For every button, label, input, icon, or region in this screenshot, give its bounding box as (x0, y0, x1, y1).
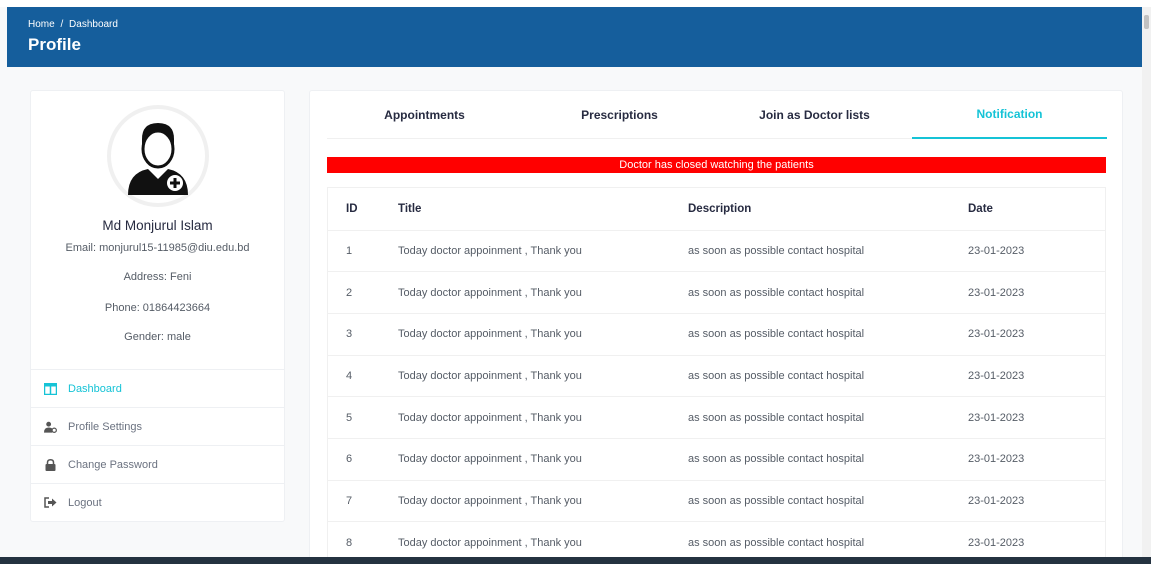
cell-title: Today doctor appoinment , Thank you (398, 312, 688, 356)
cell-title: Today doctor appoinment , Thank you (398, 396, 688, 439)
sidebar-item-profile-settings[interactable]: Profile Settings (31, 407, 284, 445)
breadcrumb-home[interactable]: Home (28, 19, 55, 30)
cell-id: 7 (328, 479, 398, 522)
cell-description: as soon as possible contact hospital (688, 437, 968, 481)
sidebar-item-logout[interactable]: Logout (31, 483, 284, 521)
tab-join-as-doctor-lists[interactable]: Join as Doctor lists (717, 91, 912, 139)
breadcrumb: Home / Dashboard (28, 19, 121, 30)
sidebar-item-change-password[interactable]: Change Password (31, 445, 284, 483)
logout-icon (44, 496, 57, 509)
table-row: 4 Today doctor appoinment , Thank you as… (328, 354, 1105, 397)
cell-id: 5 (328, 396, 398, 439)
tab-notification[interactable]: Notification (912, 91, 1107, 139)
cell-date: 23-01-2023 (968, 354, 1105, 397)
avatar (107, 105, 209, 207)
notification-table-card: ID Title Description Date 1 Today doctor… (327, 187, 1106, 564)
cell-description: as soon as possible contact hospital (688, 229, 968, 272)
user-settings-icon (44, 420, 57, 433)
table-row: 1 Today doctor appoinment , Thank you as… (328, 229, 1105, 272)
cell-description: as soon as possible contact hospital (688, 312, 968, 356)
cell-id: 4 (328, 354, 398, 397)
cell-date: 23-01-2023 (968, 312, 1105, 356)
cell-description: as soon as possible contact hospital (688, 479, 968, 522)
breadcrumb-dashboard: Dashboard (69, 19, 118, 30)
column-header-title: Title (398, 202, 422, 215)
profile-phone: Phone: 01864423664 (104, 302, 211, 314)
cell-id: 1 (328, 229, 398, 272)
cell-title: Today doctor appoinment , Thank you (398, 229, 688, 272)
cell-description: as soon as possible contact hospital (688, 354, 968, 397)
sidebar-item-label: Logout (68, 496, 102, 509)
alert-banner: Doctor has closed watching the patients (327, 157, 1106, 173)
cell-date: 23-01-2023 (968, 479, 1105, 522)
lock-icon (44, 458, 57, 471)
table-row: 6 Today doctor appoinment , Thank you as… (328, 437, 1105, 481)
sidebar-item-label: Dashboard (68, 382, 122, 395)
main-panel: Appointments Prescriptions Join as Docto… (309, 90, 1123, 564)
cell-date: 23-01-2023 (968, 437, 1105, 481)
cell-date: 23-01-2023 (968, 229, 1105, 272)
top-strip (0, 0, 1151, 7)
vertical-scrollbar[interactable] (1142, 7, 1151, 557)
avatar-frame (111, 109, 205, 203)
scrollbar-thumb[interactable] (1144, 15, 1149, 29)
sidebar-item-label: Change Password (68, 458, 158, 471)
table-row: 3 Today doctor appoinment , Thank you as… (328, 312, 1105, 356)
column-header-description: Description (688, 202, 752, 215)
table-row: 5 Today doctor appoinment , Thank you as… (328, 396, 1105, 439)
cell-title: Today doctor appoinment , Thank you (398, 479, 688, 522)
sidebar-nav: Dashboard Profile Settings Change Passwo… (31, 369, 284, 521)
cell-id: 3 (328, 312, 398, 356)
cell-id: 2 (328, 271, 398, 314)
tab-bar: Appointments Prescriptions Join as Docto… (327, 91, 1107, 139)
page-header: Home / Dashboard Profile (7, 7, 1142, 67)
column-header-id: ID (346, 202, 358, 215)
doctor-avatar-icon (128, 123, 188, 195)
sidebar-item-label: Profile Settings (68, 420, 142, 433)
cell-date: 23-01-2023 (968, 396, 1105, 439)
breadcrumb-separator: / (60, 19, 64, 30)
table-header-row: ID Title Description Date (328, 188, 1105, 230)
tab-appointments[interactable]: Appointments (327, 91, 522, 139)
profile-sidebar: Md Monjurul Islam Email: monjurul15-1198… (30, 90, 285, 522)
cell-description: as soon as possible contact hospital (688, 271, 968, 314)
cell-id: 6 (328, 437, 398, 481)
cell-date: 23-01-2023 (968, 271, 1105, 314)
cell-title: Today doctor appoinment , Thank you (398, 271, 688, 314)
bottom-bar (0, 557, 1151, 564)
profile-gender: Gender: male (124, 331, 191, 343)
cell-title: Today doctor appoinment , Thank you (398, 354, 688, 397)
dashboard-icon (44, 382, 57, 395)
profile-email: Email: monjurul15-11985@diu.edu.bd (65, 242, 250, 254)
profile-name: Md Monjurul Islam (102, 218, 213, 233)
table-row: 7 Today doctor appoinment , Thank you as… (328, 479, 1105, 522)
table-row: 2 Today doctor appoinment , Thank you as… (328, 271, 1105, 314)
cell-title: Today doctor appoinment , Thank you (398, 437, 688, 481)
column-header-date: Date (968, 202, 993, 215)
tab-prescriptions[interactable]: Prescriptions (522, 91, 717, 139)
profile-address: Address: Feni (123, 271, 192, 283)
notification-table: ID Title Description Date 1 Today doctor… (328, 188, 1105, 564)
sidebar-item-dashboard[interactable]: Dashboard (31, 369, 284, 407)
page-title: Profile (28, 35, 81, 54)
cell-description: as soon as possible contact hospital (688, 396, 968, 439)
